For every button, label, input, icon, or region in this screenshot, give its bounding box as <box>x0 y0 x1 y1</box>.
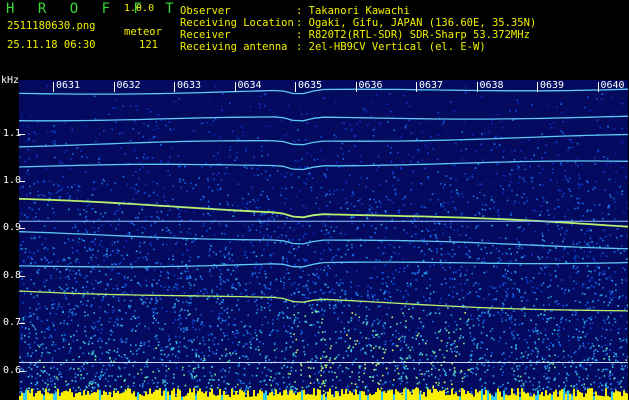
x-tick-label: 0638 <box>479 80 504 91</box>
info-key-antenna: Receiving antenna <box>180 41 288 53</box>
x-tick-mark <box>295 82 296 92</box>
x-tick-mark <box>597 82 599 92</box>
x-tick-mark <box>537 82 538 92</box>
detection-count: 121 <box>139 39 158 51</box>
header-panel: H R O F F T 1.0.0 2511180630.png meteor … <box>0 0 629 74</box>
x-tick-label: 0633 <box>177 80 202 91</box>
y-tick-mark <box>19 133 25 135</box>
x-tick-mark <box>355 82 357 92</box>
x-tick-label: 0640 <box>600 80 625 91</box>
info-value-receiver: : R820T2(RTL-SDR) SDR-Sharp 53.372MHz <box>296 29 530 41</box>
x-tick-label: 0635 <box>298 80 323 91</box>
spectrogram-plot <box>19 80 628 400</box>
x-tick-mark <box>416 82 417 92</box>
info-value-antenna: : 2el-HB9CV Vertical (el. E-W) <box>296 41 486 53</box>
y-axis-unit-label: kHz <box>1 75 20 86</box>
x-tick-mark <box>234 82 236 92</box>
file-name: 2511180630.png <box>7 20 96 32</box>
x-tick-mark <box>53 82 54 92</box>
y-tick-mark <box>19 370 25 372</box>
spectrogram-svg <box>19 80 628 400</box>
info-key-location: Receiving Location <box>180 17 294 29</box>
app-title: H R O F F T <box>6 1 182 17</box>
y-tick-mark <box>19 323 25 325</box>
detection-mode-label: meteor <box>124 26 162 38</box>
x-tick-label: 0632 <box>116 80 141 91</box>
x-tick-label: 0631 <box>56 80 81 91</box>
info-value-location: : Ogaki, Gifu, JAPAN (136.60E, 35.35N) <box>296 17 537 29</box>
info-value-observer: : Takanori Kawachi <box>296 5 410 17</box>
info-key-observer: Observer <box>180 5 231 17</box>
y-tick-mark <box>19 275 25 277</box>
x-tick-mark <box>476 82 478 92</box>
x-tick-label: 0637 <box>419 80 444 91</box>
x-tick-label: 0634 <box>237 80 262 91</box>
y-tick-mark <box>19 228 25 230</box>
x-tick-label: 0639 <box>540 80 565 91</box>
x-tick-mark <box>113 82 115 92</box>
app-version: 1.0.0 <box>124 3 155 14</box>
timestamp: 25.11.18 06:30 <box>7 39 96 51</box>
x-tick-label: 0636 <box>358 80 383 91</box>
x-tick-mark <box>174 82 175 92</box>
info-key-receiver: Receiver <box>180 29 231 41</box>
y-tick-mark <box>19 181 25 183</box>
